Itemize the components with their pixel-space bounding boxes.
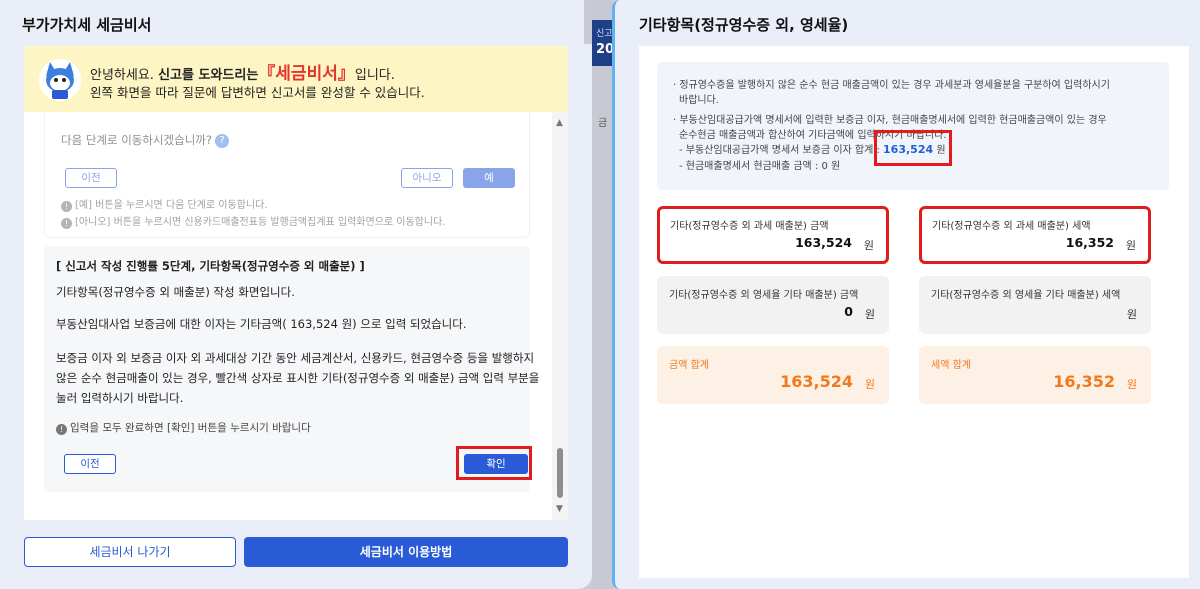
greeting-prefix: 안녕하세요. [90, 68, 159, 83]
panel-title: 기타항목(정규영수증 외, 영세율) [639, 16, 849, 34]
info-icon: ! [61, 201, 72, 212]
taxable-amount-field[interactable]: 기타(정규영수증 외 과세 매출분) 금액 163,524 원 [657, 206, 889, 264]
note-text: [아니오] 버튼을 누르시면 신용카드매출전표등 발행금액집계표 입력화면으로 … [75, 217, 446, 228]
panel-content: · 정규영수증을 발행하지 않은 순수 현금 매출금액이 있는 경우 과세분과 … [639, 46, 1189, 578]
field-value: 0 [844, 304, 853, 319]
total-unit: 원 [864, 378, 875, 391]
field-unit: 원 [863, 239, 874, 252]
scroll-down-icon[interactable]: ▼ [556, 504, 563, 514]
confirm-note: ! 입력을 모두 완료하면 [확인] 버튼을 누르시기 바랍니다 [56, 420, 311, 435]
info-box: · 정규영수증을 발행하지 않은 순수 현금 매출금액이 있는 경우 과세분과 … [657, 62, 1169, 190]
info-bullet-1: · 정규영수증을 발행하지 않은 순수 현금 매출금액이 있는 경우 과세분과 … [673, 80, 1110, 91]
no-button[interactable]: 아니오 [401, 168, 453, 188]
total-unit: 원 [1126, 378, 1137, 391]
scroll-up-icon[interactable]: ▲ [556, 118, 563, 128]
field-label: 기타(정규영수증 외 과세 매출분) 세액 [932, 221, 1091, 232]
total-label: 금액 합계 [669, 360, 709, 371]
field-value: 163,524 [795, 235, 852, 250]
note-text: 입력을 모두 완료하면 [확인] 버튼을 누르시기 바랍니다 [70, 422, 311, 434]
field-unit: 원 [1126, 308, 1137, 321]
interest-description: 부동산임대사업 보증금에 대한 이자는 기타금액( 163,524 원) 으로 … [56, 317, 467, 331]
scroll-thumb[interactable] [557, 448, 563, 498]
field-value: 16,352 [1065, 235, 1114, 250]
prev-button[interactable]: 이전 [64, 454, 116, 474]
previous-note-no: ! [아니오] 버튼을 누르시면 신용카드매출전표등 발행금액집계표 입력화면으로… [61, 213, 445, 229]
field-unit: 원 [1125, 239, 1136, 252]
total-label: 세액 합계 [931, 360, 971, 371]
background-strip [592, 0, 614, 589]
info-bullet-1-cont: 바랍니다. [679, 95, 719, 106]
banner-instructions: 왼쪽 화면을 따라 질문에 답변하면 신고서를 완성할 수 있습니다. [90, 85, 425, 100]
interest-highlight-box [874, 130, 952, 166]
zero-rate-amount-field[interactable]: 기타(정규영수증 외 영세율 기타 매출분) 금액 0 원 [657, 276, 889, 334]
tax-total: 세액 합계 16,352 원 [919, 346, 1151, 404]
info-icon: ! [56, 424, 67, 435]
interest-label: - 부동산임대공급가액 명세서 보증금 이자 합계 : [679, 145, 884, 156]
previous-note-yes: ! [예] 버튼을 누르시면 다음 단계로 이동합니다. [61, 196, 267, 212]
panel-edge [584, 0, 592, 44]
note-text: [예] 버튼을 누르시면 다음 단계로 이동합니다. [75, 200, 268, 211]
howto-button[interactable]: 세금비서 이용방법 [244, 537, 568, 567]
panel-title: 부가가치세 세금비서 [22, 16, 152, 34]
background-text-fragment: 금 [598, 118, 608, 129]
background-header-fragment: 신고 20 [592, 20, 614, 66]
chat-scrollbar[interactable]: ▲ ▼ [552, 112, 568, 520]
previous-step-card: 다음 단계로 이동하시겠습니까?? 이전 아니오 예 ! [예] 버튼을 누르시면… [44, 112, 530, 238]
greeting-bold: 신고를 도와드리는 [158, 68, 259, 83]
background-text: 신고 [596, 29, 613, 39]
previous-question: 다음 단계로 이동하시겠습니까?? [61, 132, 229, 148]
zero-rate-tax-field[interactable]: 기타(정규영수증 외 영세율 기타 매출분) 세액 원 [919, 276, 1151, 334]
step-heading: [ 신고서 작성 진행률 5단계, 기타항목(정규영수증 외 매출분) ] [56, 259, 365, 273]
instruction-line-1: 보증금 이자 외 보증금 이자 외 과세대상 기간 동안 세금계산서, 신용카드… [56, 351, 535, 365]
cash-sales-amount: - 현금매출명세서 현금매출 금액 : 0 원 [679, 157, 840, 172]
total-value: 163,524 [780, 372, 853, 391]
total-value: 16,352 [1053, 372, 1115, 391]
step-description: 기타항목(정규영수증 외 매출분) 작성 화면입니다. [56, 285, 295, 299]
instruction-line-2: 않은 순수 현금매출이 있는 경우, 빨간색 상자로 표시한 기타(정규영수증 … [56, 371, 540, 385]
instruction-line-3: 눌러 입력하시기 바랍니다. [56, 391, 184, 405]
banner-greeting: 안녕하세요. 신고를 도와드리는『세금비서』입니다. [90, 59, 395, 84]
cash-sales-label: - 현금매출명세서 현금매출 금액 [679, 161, 812, 172]
field-label: 기타(정규영수증 외 과세 매출분) 금액 [670, 221, 829, 232]
help-icon[interactable]: ? [214, 134, 229, 148]
brand-name: 『세금비서』 [258, 64, 355, 84]
yes-button[interactable]: 예 [463, 168, 515, 188]
previous-prev-button[interactable]: 이전 [65, 168, 117, 188]
greeting-suffix: 입니다. [354, 68, 395, 83]
greeting-banner: 안녕하세요. 신고를 도와드리는『세금비서』입니다. 왼쪽 화면을 따라 질문에… [24, 46, 568, 112]
exit-assistant-button[interactable]: 세금비서 나가기 [24, 537, 236, 567]
field-unit: 원 [864, 308, 875, 321]
field-label: 기타(정규영수증 외 영세율 기타 매출분) 금액 [669, 290, 859, 301]
info-bullet-2: · 부동산임대공급가액 명세서에 입력한 보증금 이자, 현금매출명세서에 입력… [673, 115, 1107, 126]
other-items-panel: 기타항목(정규영수증 외, 영세율) · 정규영수증을 발행하지 않은 순수 현… [612, 0, 1200, 589]
info-icon: ! [61, 218, 72, 229]
confirm-highlight-box [456, 446, 532, 480]
cash-sales-value: : 0 원 [814, 161, 841, 172]
taxable-tax-field[interactable]: 기타(정규영수증 외 과세 매출분) 세액 16,352 원 [919, 206, 1151, 264]
amount-total: 금액 합계 163,524 원 [657, 346, 889, 404]
mascot-icon [39, 59, 81, 101]
tax-assistant-panel: 부가가치세 세금비서 안녕하세요. 신고를 도와드리는『세금비서』입니다. 왼쪽… [0, 0, 592, 589]
previous-question-text: 다음 단계로 이동하시겠습니까? [61, 133, 212, 147]
field-label: 기타(정규영수증 외 영세율 기타 매출분) 세액 [931, 290, 1121, 301]
